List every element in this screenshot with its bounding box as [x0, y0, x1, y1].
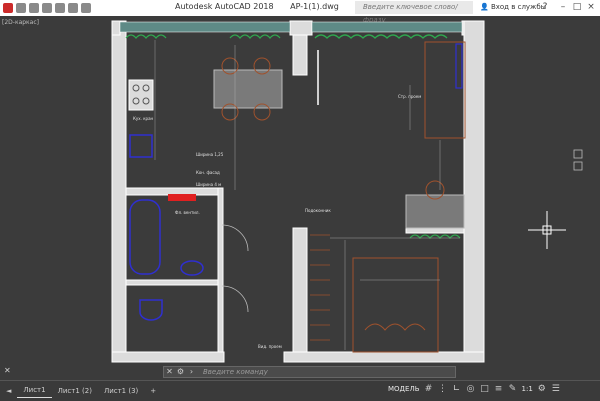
- sofa-accent: [455, 43, 463, 89]
- tab-layout-2[interactable]: Лист1 (2): [52, 385, 98, 398]
- bedroom-wall: [405, 227, 465, 234]
- plan-label: Ширина 1,25: [196, 152, 224, 157]
- bed-pillows: [364, 323, 426, 331]
- status-bar: ◄ Лист1 Лист1 (2) Лист1 (3) + МОДЕЛЬ # ⋮…: [0, 380, 600, 401]
- redo-icon[interactable]: [81, 3, 91, 13]
- plants-right: [314, 34, 448, 39]
- wall-left: [111, 20, 127, 362]
- signin-label: Вход в службы: [490, 3, 547, 11]
- window-title: Autodesk AutoCAD 2018 AP-1(1).dwg: [175, 2, 353, 11]
- add-layout-button[interactable]: +: [144, 385, 162, 398]
- cmd-settings-icon[interactable]: ⚙: [175, 367, 186, 377]
- stairs: [310, 234, 330, 341]
- command-input[interactable]: Введите команду: [197, 368, 268, 376]
- plan-label: Кон. фасад: [196, 170, 220, 175]
- new-file-icon[interactable]: [16, 3, 26, 13]
- lineweight-icon[interactable]: ≡: [494, 384, 504, 394]
- plan-label: Подоконник: [305, 208, 331, 213]
- wall-partition: [292, 227, 308, 353]
- wc-wall: [125, 279, 223, 286]
- plan-label: Ширина 4 м: [196, 182, 221, 187]
- desk: [405, 194, 465, 229]
- signin-button[interactable]: 👤 Вход в службы: [480, 3, 546, 11]
- stove: [128, 79, 154, 111]
- help-icon[interactable]: ?: [540, 2, 550, 12]
- app-title: Autodesk AutoCAD 2018: [175, 2, 274, 11]
- search-input[interactable]: Введите ключевое слово/фразу: [355, 1, 473, 24]
- maximize-icon[interactable]: □: [572, 2, 582, 12]
- scale-button[interactable]: 1:1: [522, 385, 533, 393]
- plants-mid: [229, 34, 281, 40]
- wall-top-mid: [289, 20, 313, 36]
- wall-bottom-right: [283, 351, 485, 363]
- grid-icon[interactable]: #: [424, 384, 434, 394]
- cmd-close-icon[interactable]: ✕: [164, 367, 175, 377]
- window-top-left: [119, 21, 291, 33]
- annotation-icon[interactable]: ✎: [508, 384, 518, 394]
- plan-label: Вид. проем: [258, 344, 282, 349]
- plan-label: Кух. кран: [133, 116, 154, 121]
- quick-access-toolbar: [0, 3, 91, 13]
- close-icon[interactable]: ×: [586, 2, 596, 12]
- bathtub: [129, 199, 161, 275]
- customize-icon[interactable]: ☰: [551, 384, 561, 394]
- plan-label: Стр. проем: [398, 94, 421, 99]
- dining-table: [213, 69, 283, 109]
- kitchen-sink: [129, 134, 153, 158]
- user-icon: 👤: [480, 3, 489, 11]
- wall-right: [463, 20, 485, 362]
- command-line[interactable]: ✕ ⚙ › Введите команду: [163, 366, 456, 378]
- bath-sink: [180, 260, 204, 276]
- undo-icon[interactable]: [68, 3, 78, 13]
- close-cmd-icon[interactable]: ✕: [4, 366, 11, 375]
- settings-icon[interactable]: ⚙: [537, 384, 547, 394]
- plan-label: Фл. вентил.: [175, 210, 200, 215]
- wall-column: [292, 34, 308, 76]
- sofa: [424, 41, 466, 139]
- model-space-button[interactable]: МОДЕЛЬ: [388, 385, 420, 393]
- bath-side-wall: [217, 187, 224, 353]
- file-title: AP-1(1).dwg: [290, 2, 339, 11]
- plants-bedroom: [409, 234, 461, 240]
- red-marker: [168, 194, 196, 201]
- save-icon[interactable]: [42, 3, 52, 13]
- open-file-icon[interactable]: [29, 3, 39, 13]
- bath-wall: [125, 187, 223, 196]
- snap-icon[interactable]: ⋮: [438, 384, 448, 394]
- status-tools: МОДЕЛЬ # ⋮ ∟ ◎ □ ≡ ✎ 1:1 ⚙ ☰: [388, 384, 561, 394]
- toilet: [139, 299, 163, 321]
- drawing-canvas[interactable]: Ширина 1,25 Кон. фасад Ширина 4 м Фл. ве…: [0, 16, 600, 364]
- print-icon[interactable]: [55, 3, 65, 13]
- door-bath: [221, 224, 249, 252]
- minimize-icon[interactable]: –: [558, 2, 568, 12]
- tab-prev-icon[interactable]: ◄: [0, 385, 17, 398]
- title-bar: Autodesk AutoCAD 2018 AP-1(1).dwg Введит…: [0, 0, 600, 24]
- crosshair-cursor: [528, 211, 566, 249]
- wall-top-left: [111, 20, 121, 36]
- door-wc: [221, 285, 249, 313]
- navbar-icon: [573, 161, 583, 171]
- tab-layout-3[interactable]: Лист1 (3): [98, 385, 144, 398]
- tab-layout-1[interactable]: Лист1: [17, 384, 52, 398]
- osnap-icon[interactable]: □: [480, 384, 490, 394]
- navbar-icon: [573, 149, 583, 159]
- floor-plan: [111, 20, 485, 363]
- plants-left: [125, 34, 167, 40]
- cmd-prompt-icon: ›: [189, 367, 194, 376]
- bed: [352, 257, 439, 353]
- dining-set: [213, 57, 283, 121]
- wall-bottom-left: [111, 351, 225, 363]
- ortho-icon[interactable]: ∟: [452, 384, 462, 394]
- polar-icon[interactable]: ◎: [466, 384, 476, 394]
- app-menu-icon[interactable]: [3, 3, 13, 13]
- window-top-right: [311, 21, 463, 33]
